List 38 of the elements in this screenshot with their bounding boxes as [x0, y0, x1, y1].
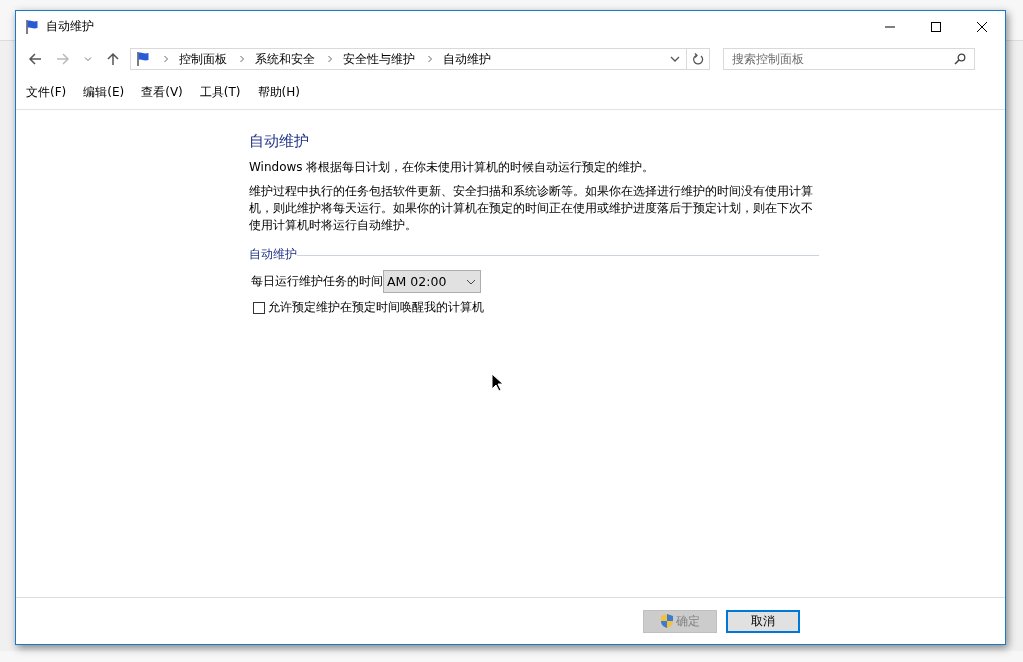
window-title: 自动维护 — [46, 18, 94, 35]
breadcrumb-item[interactable]: 自动维护 — [443, 50, 491, 68]
flag-icon — [135, 51, 151, 67]
chevron-down-icon — [466, 278, 476, 285]
description-text: 维护过程中执行的任务包括软件更新、安全扫描和系统诊断等。如果你在选择进行维护的时间没有使用计算机，则此维护将每天运行。如果你的计算机在预定的时间正在使用或维护进度落后于预定计划，则在下次不使用计算机时将运行自动维护。 — [249, 183, 814, 234]
chevron-right-icon — [427, 55, 433, 63]
time-label: 每日运行维护任务的时间 — [251, 273, 383, 290]
description-text: Windows 将根据每日计划，在你未使用计算机的时候自动运行预定的维护。 — [249, 159, 656, 176]
shield-icon — [660, 613, 674, 629]
section-title: 自动维护 — [249, 246, 297, 263]
chevron-right-icon — [239, 55, 245, 63]
search-field[interactable]: 搜索控制面板 — [732, 52, 954, 66]
search-box[interactable]: 搜索控制面板 — [723, 48, 975, 70]
maximize-icon — [931, 21, 941, 32]
address-bar[interactable]: 控制面板 系统和安全 安全性与维护 自动维护 — [130, 48, 710, 70]
up-arrow-icon[interactable] — [106, 52, 120, 66]
page-heading: 自动维护 — [249, 132, 310, 151]
breadcrumb-item[interactable]: 系统和安全 — [255, 50, 315, 68]
dialog-button[interactable]: 取消 — [726, 609, 800, 633]
back-arrow-icon[interactable] — [28, 52, 42, 66]
search-icon — [954, 53, 966, 65]
wake-checkbox[interactable] — [253, 301, 265, 314]
close-icon — [977, 21, 987, 32]
menu-item[interactable]: 查看(V) — [141, 84, 183, 101]
menu-item[interactable]: 文件(F) — [26, 84, 67, 101]
chevron-right-icon — [163, 55, 169, 63]
time-dropdown[interactable]: AM 02:00 — [383, 270, 481, 293]
menu-item[interactable]: 帮助(H) — [257, 84, 300, 101]
checkbox-label[interactable]: 允许预定维护在预定时间唤醒我的计算机 — [268, 299, 484, 316]
flag-icon — [24, 18, 40, 35]
refresh-icon[interactable] — [692, 52, 704, 66]
chevron-down-icon[interactable] — [670, 55, 680, 63]
chevron-right-icon — [327, 55, 333, 63]
menu-item[interactable]: 工具(T) — [199, 84, 241, 101]
breadcrumb-item[interactable]: 控制面板 — [179, 50, 227, 68]
breadcrumb-item[interactable]: 安全性与维护 — [343, 50, 415, 68]
mouse-pointer-icon — [491, 373, 503, 392]
menu-item[interactable]: 编辑(E) — [83, 84, 125, 101]
